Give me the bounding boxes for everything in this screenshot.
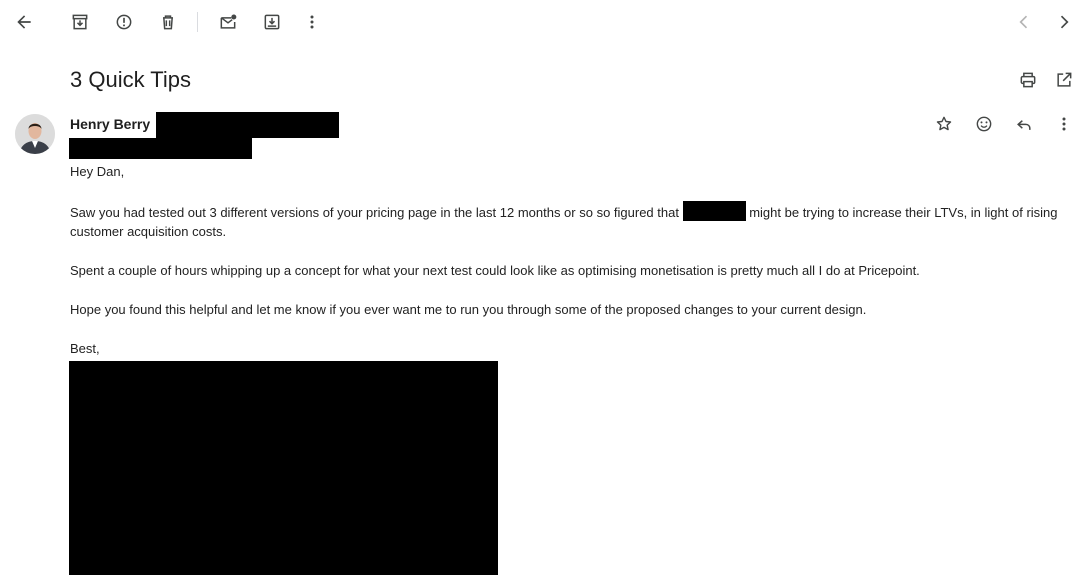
- signature-redaction: [69, 361, 498, 575]
- emoji-reaction-icon[interactable]: [972, 112, 996, 136]
- sender-email-redaction: [156, 112, 339, 138]
- paragraph-2: Spent a couple of hours whipping up a co…: [70, 263, 920, 278]
- print-icon[interactable]: [1016, 68, 1040, 92]
- recipient-redaction: [69, 138, 252, 159]
- open-in-new-window-icon[interactable]: [1052, 68, 1076, 92]
- paragraph-1-start: Saw you had tested out 3 different versi…: [70, 205, 679, 220]
- sender-name: Henry Berry: [70, 116, 151, 132]
- email-subject: 3 Quick Tips: [70, 67, 192, 92]
- back-arrow-icon[interactable]: [12, 10, 36, 34]
- archive-icon[interactable]: [68, 10, 92, 34]
- company-redaction: [682, 201, 746, 221]
- mark-unread-icon[interactable]: [216, 10, 240, 34]
- move-to-icon[interactable]: [260, 10, 284, 34]
- chevron-right-icon[interactable]: [1052, 10, 1076, 34]
- message-more-icon[interactable]: [1052, 112, 1076, 136]
- chevron-left-icon[interactable]: [1012, 10, 1036, 34]
- toolbar-divider: [197, 12, 198, 32]
- signoff: Best,: [70, 341, 100, 356]
- delete-icon[interactable]: [156, 10, 180, 34]
- greeting: Hey Dan,: [70, 164, 125, 179]
- toolbar: [0, 0, 1092, 44]
- paragraph-1: Saw you had tested out 3 different versi…: [70, 201, 1070, 241]
- sender-avatar[interactable]: [15, 114, 55, 154]
- reply-icon[interactable]: [1012, 112, 1036, 136]
- more-vert-icon[interactable]: [300, 10, 324, 34]
- star-icon[interactable]: [932, 112, 956, 136]
- email-body: Hey Dan, Saw you had tested out 3 differ…: [70, 162, 1070, 378]
- paragraph-3: Hope you found this helpful and let me k…: [70, 302, 867, 317]
- report-spam-icon[interactable]: [112, 10, 136, 34]
